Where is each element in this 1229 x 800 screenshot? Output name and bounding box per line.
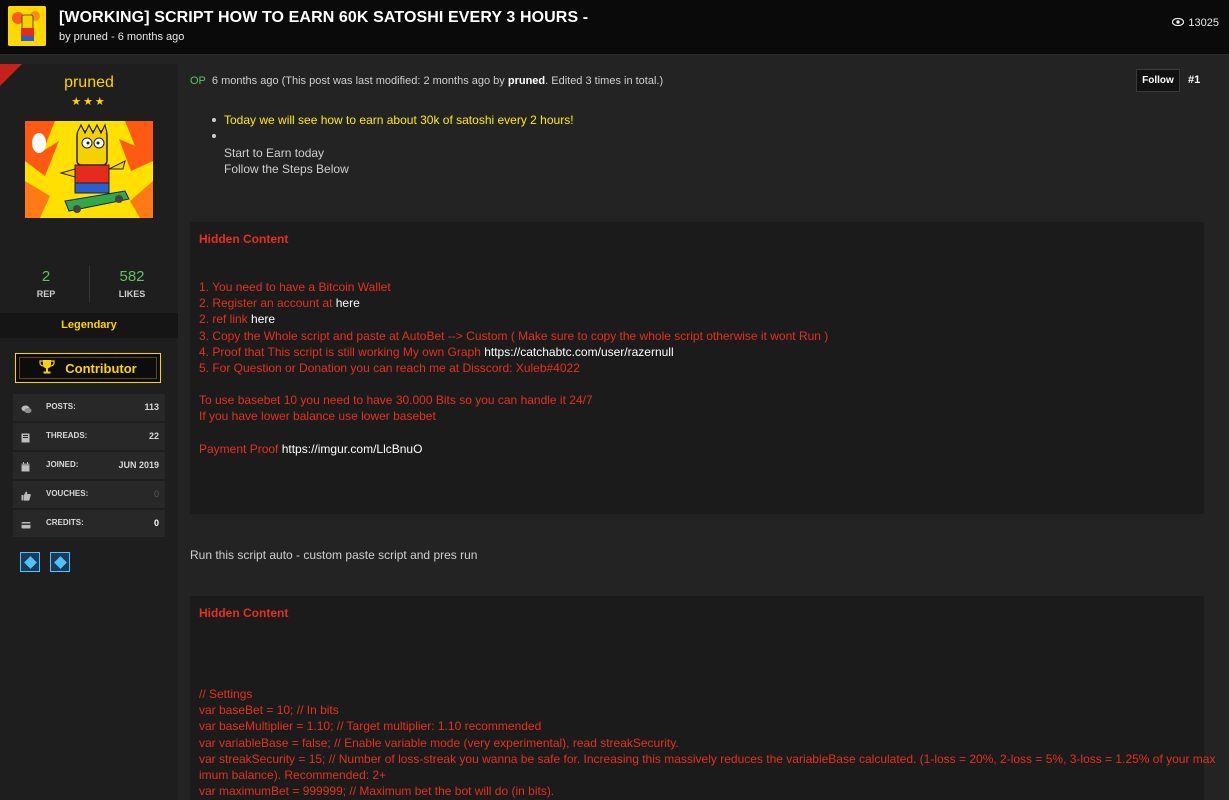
step-text: 2. ref link — [199, 312, 252, 326]
stat-value: 0 — [153, 518, 159, 528]
code-line: var baseBet = 10; // In bits — [199, 703, 339, 717]
stat-value: 113 — [144, 402, 159, 412]
follow-button[interactable]: Follow — [1136, 69, 1180, 92]
stat-label: JOINED: — [46, 460, 79, 469]
code-line: // Settings — [199, 687, 253, 701]
code-line: var streakSecurity = 15; // Number of lo… — [199, 752, 1216, 766]
hidden-content-title: Hidden Content — [199, 232, 289, 246]
step-text: 4. Proof that This script is still worki… — [199, 345, 485, 359]
stat-row-joined: JOINED: JUN 2019 — [13, 452, 165, 479]
step-line: 3. Copy the Whole script and paste at Au… — [199, 329, 829, 343]
stat-label: CREDITS: — [46, 518, 84, 527]
code-line: imum balance). Recommended: 2+ — [199, 768, 387, 782]
book-icon — [21, 432, 31, 443]
code-line: var maximumBet = 999999; // Maximum bet … — [199, 784, 555, 798]
likes-label: LIKES — [118, 289, 146, 299]
rep-value[interactable]: 2 — [2, 268, 90, 285]
likes-value: 582 — [119, 268, 145, 285]
thread-avatar[interactable] — [8, 6, 46, 46]
stat-row-posts: POSTS: 113 — [13, 394, 165, 421]
intro-line: Start to Earn today — [224, 146, 325, 160]
intro-line: Follow the Steps Below — [224, 162, 349, 176]
calendar-icon — [21, 461, 31, 472]
step-line: 2. ref link here — [199, 312, 275, 326]
hidden-content-box: Hidden Content 1. You need to have a Bit… — [190, 222, 1204, 514]
proof-text: Payment Proof — [199, 442, 282, 456]
stat-label: THREADS: — [46, 431, 88, 440]
step-line: 1. You need to have a Bitcoin Wallet — [199, 280, 391, 294]
thread-meta: by pruned - 6 months ago — [59, 31, 185, 43]
op-tag: OP — [190, 75, 206, 87]
note-line: To use basebet 10 you need to have 30.00… — [199, 393, 593, 407]
contributor-badge: Contributor — [15, 353, 161, 383]
post-number[interactable]: #1 — [1188, 74, 1200, 86]
post-middle-text: Run this script auto - custom paste scri… — [190, 548, 478, 562]
stat-value: JUN 2019 — [118, 460, 159, 470]
comments-icon — [21, 403, 32, 414]
award-diamond-icon[interactable] — [20, 552, 40, 572]
bullet-dot — [212, 118, 216, 122]
step-text: 2. Register an account at — [199, 296, 336, 310]
graph-link[interactable]: https://catchabtc.com/user/razernull — [484, 345, 673, 359]
post-header: OP 6 months ago (This post was last modif… — [190, 75, 663, 87]
author-rank: Legendary — [0, 313, 178, 338]
ref-link[interactable]: here — [251, 312, 275, 326]
author-stars: ★★★ — [71, 96, 107, 108]
stat-label: POSTS: — [46, 402, 76, 411]
view-count: 13025 — [1172, 17, 1219, 29]
code-line: var baseMultiplier = 1.10; // Target mul… — [199, 719, 542, 733]
thread-header: [WORKING] SCRIPT HOW TO EARN 60K SATOSHI… — [0, 0, 1229, 55]
trophy-icon — [39, 359, 55, 377]
register-link[interactable]: here — [336, 296, 360, 310]
post-meta-suffix: . Edited 3 times in total.) — [545, 75, 664, 87]
stat-row-threads: THREADS: 22 — [13, 423, 165, 450]
post-meta-prefix: 6 months ago (This post was last modifie… — [211, 75, 508, 87]
stat-label: VOUCHES: — [46, 489, 89, 498]
step-line: 4. Proof that This script is still worki… — [199, 345, 674, 359]
thread-title: [WORKING] SCRIPT HOW TO EARN 60K SATOSHI… — [59, 9, 589, 26]
stat-value: 22 — [148, 431, 159, 441]
credit-icon — [21, 519, 31, 529]
author-username[interactable]: pruned — [0, 74, 178, 92]
award-diamond-icon[interactable] — [50, 552, 70, 572]
step-line: 5. For Question or Donation you can reac… — [199, 361, 580, 375]
hidden-content-box: Hidden Content // Settings var baseBet =… — [190, 596, 1215, 800]
editor-username[interactable]: pruned — [508, 75, 545, 87]
contributor-label: Contributor — [65, 360, 137, 376]
stat-value: 0 — [153, 489, 159, 499]
code-line: var variableBase = false; // Enable vari… — [199, 736, 679, 750]
note-line: If you have lower balance use lower base… — [199, 409, 436, 423]
view-count-value: 13025 — [1188, 17, 1219, 29]
post-bullet-text: Today we will see how to earn about 30k … — [224, 113, 574, 127]
bullet-dot — [212, 134, 216, 138]
author-avatar[interactable] — [25, 121, 153, 218]
thumbs-up-icon — [21, 490, 31, 501]
proof-link[interactable]: https://imgur.com/LlcBnuO — [282, 442, 423, 456]
rep-label: REP — [36, 289, 56, 299]
hidden-content-title: Hidden Content — [199, 606, 289, 620]
stat-row-credits: CREDITS: 0 — [13, 510, 165, 537]
post-intro: Today we will see how to earn about 30k … — [212, 113, 574, 176]
proof-line: Payment Proof https://imgur.com/LlcBnuO — [199, 442, 422, 456]
stat-row-vouches: VOUCHES: 0 — [13, 481, 165, 508]
eye-icon — [1172, 17, 1185, 29]
step-line: 2. Register an account at here — [199, 296, 360, 310]
